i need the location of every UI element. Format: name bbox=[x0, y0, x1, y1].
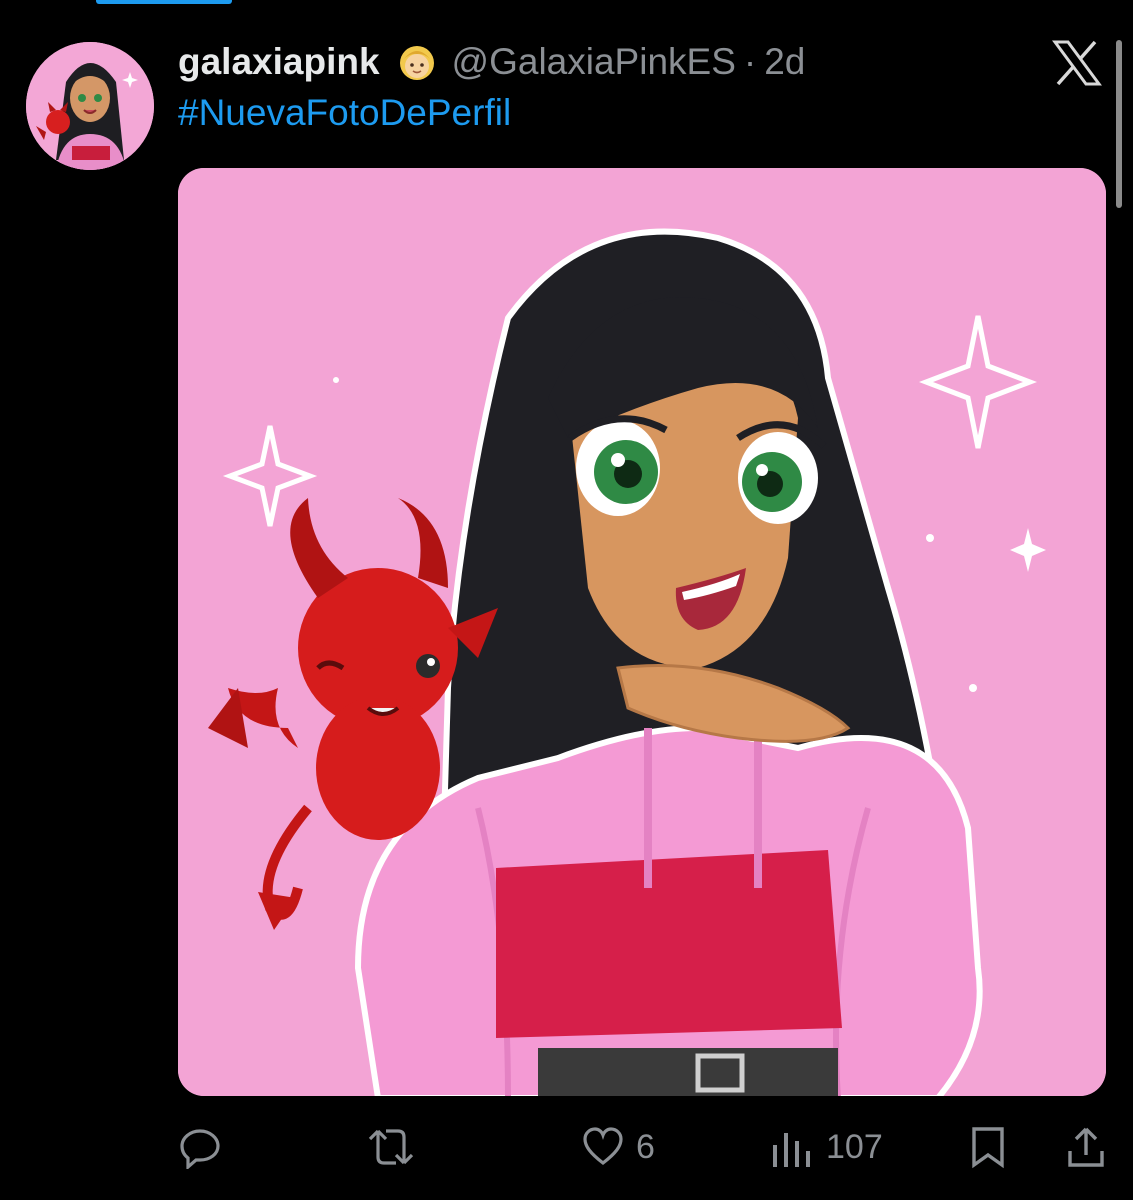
tweet-action-bar: 6 107 bbox=[0, 1112, 1133, 1182]
separator-dot: · bbox=[743, 41, 757, 82]
hashtag-link[interactable]: #NuevaFotoDePerfil bbox=[178, 92, 511, 134]
views-icon bbox=[770, 1125, 814, 1169]
bookmark-button[interactable] bbox=[970, 1112, 1006, 1182]
share-icon bbox=[1066, 1125, 1106, 1169]
bookmark-icon bbox=[970, 1125, 1006, 1169]
views-count: 107 bbox=[826, 1127, 883, 1166]
retweet-button[interactable] bbox=[368, 1112, 414, 1182]
timestamp[interactable]: 2d bbox=[764, 41, 805, 83]
display-name[interactable]: galaxiapink bbox=[178, 41, 380, 83]
scrollbar[interactable] bbox=[1116, 40, 1122, 208]
like-button[interactable]: 6 bbox=[582, 1112, 655, 1182]
blond-girl-emoji-icon bbox=[396, 41, 438, 83]
share-button[interactable] bbox=[1066, 1112, 1106, 1182]
retweet-icon bbox=[368, 1125, 414, 1169]
tweet-header: galaxiapink @GalaxiaPinkES · 2d bbox=[178, 36, 805, 88]
user-handle[interactable]: @GalaxiaPinkES bbox=[452, 41, 736, 83]
like-count: 6 bbox=[636, 1127, 655, 1166]
avatar[interactable] bbox=[26, 42, 154, 170]
reply-button[interactable] bbox=[178, 1112, 222, 1182]
x-logo-icon bbox=[1052, 40, 1102, 86]
top-tab-indicator bbox=[96, 0, 232, 4]
heart-icon bbox=[582, 1127, 624, 1167]
views-button[interactable]: 107 bbox=[770, 1112, 883, 1182]
tweet-image[interactable] bbox=[178, 168, 1106, 1096]
reply-icon bbox=[178, 1125, 222, 1169]
